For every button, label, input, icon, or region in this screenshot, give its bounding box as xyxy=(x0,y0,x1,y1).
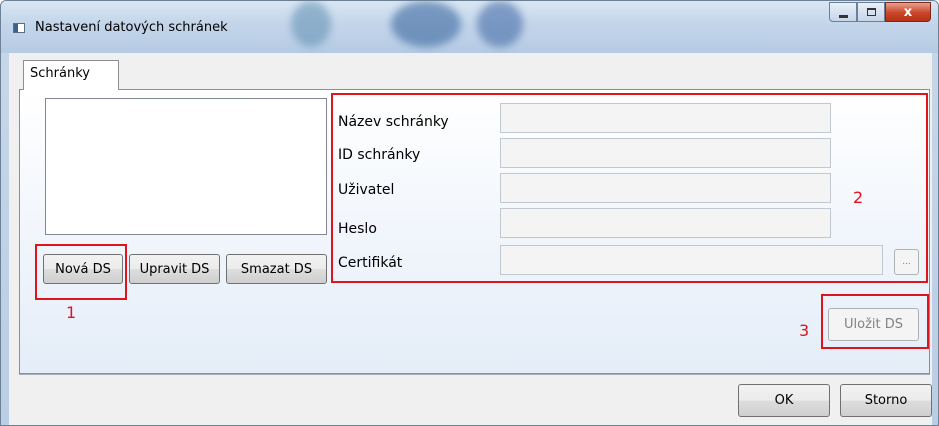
minimize-icon xyxy=(838,14,848,18)
ok-button[interactable]: OK xyxy=(738,384,830,417)
background-blur xyxy=(391,1,461,47)
annotation-number-1: 1 xyxy=(66,303,77,322)
edit-ds-label: Upravit DS xyxy=(139,261,210,277)
background-blur xyxy=(291,1,331,47)
mailbox-id-input[interactable] xyxy=(500,138,831,168)
maximize-icon xyxy=(866,8,876,16)
caption-buttons: x xyxy=(829,2,931,22)
certificate-label: Certifikát xyxy=(338,255,403,271)
close-icon: x xyxy=(903,4,913,20)
user-label: Uživatel xyxy=(338,182,395,198)
browse-certificate-button[interactable]: ... xyxy=(894,249,919,275)
delete-ds-label: Smazat DS xyxy=(240,261,313,277)
close-button[interactable]: x xyxy=(885,2,931,22)
maximize-button[interactable] xyxy=(857,2,885,22)
save-ds-button[interactable]: Uložit DS xyxy=(828,308,919,341)
cancel-label: Storno xyxy=(864,393,908,408)
delete-ds-button[interactable]: Smazat DS xyxy=(226,254,327,284)
annotation-number-3: 3 xyxy=(799,321,810,340)
title-bar[interactable]: Nastavení datových schránek x xyxy=(1,1,938,53)
tab-label: Schránky xyxy=(30,66,90,81)
edit-ds-button[interactable]: Upravit DS xyxy=(129,254,220,284)
user-input[interactable] xyxy=(500,173,831,203)
new-ds-button[interactable]: Nová DS xyxy=(43,254,123,284)
password-label: Heslo xyxy=(338,221,377,237)
ok-label: OK xyxy=(774,393,794,408)
settings-window: Nastavení datových schránek x Schránky N… xyxy=(0,0,939,426)
background-blur xyxy=(477,1,523,47)
password-input[interactable] xyxy=(500,208,831,238)
new-ds-label: Nová DS xyxy=(55,261,111,277)
footer-separator xyxy=(19,374,930,375)
tab-schranky[interactable]: Schránky xyxy=(23,60,119,90)
mailbox-id-label: ID schránky xyxy=(338,147,421,163)
mailbox-name-input[interactable] xyxy=(500,103,831,133)
minimize-button[interactable] xyxy=(829,2,857,22)
mailbox-name-label: Název schránky xyxy=(338,114,449,130)
annotation-number-2: 2 xyxy=(853,188,864,207)
window-icon xyxy=(13,23,25,33)
certificate-input[interactable] xyxy=(500,245,883,275)
mailbox-list[interactable] xyxy=(45,98,327,235)
save-ds-label: Uložit DS xyxy=(843,317,903,332)
cancel-button[interactable]: Storno xyxy=(840,384,932,417)
window-title: Nastavení datových schránek xyxy=(35,20,228,35)
ellipsis-icon: ... xyxy=(902,257,911,267)
